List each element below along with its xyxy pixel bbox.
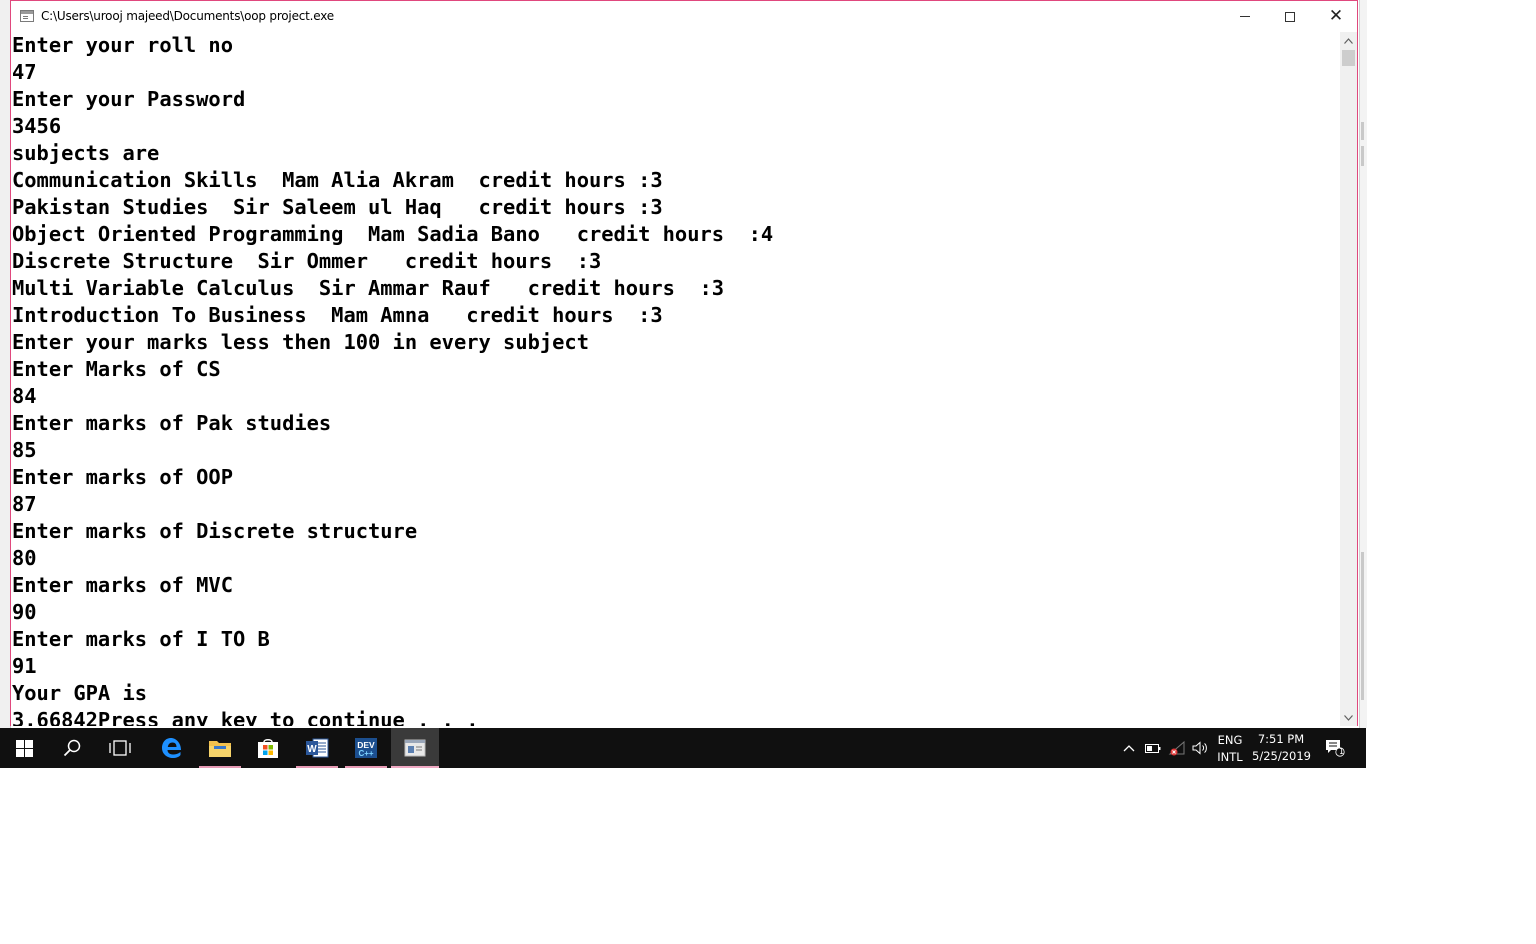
background-scroll-mark <box>1361 122 1364 140</box>
volume-icon <box>1192 741 1207 755</box>
action-center-button[interactable]: 1 <box>1320 728 1350 768</box>
svg-text:W: W <box>307 744 317 755</box>
maximize-icon <box>1285 11 1295 22</box>
background-window-edge-right <box>1359 0 1367 728</box>
console-line: 85 <box>12 438 37 462</box>
language-indicator-bottom[interactable]: INTL <box>1213 750 1247 764</box>
minimize-icon <box>1240 16 1250 17</box>
notification-count: 1 <box>1339 747 1345 756</box>
word-button[interactable]: W <box>293 728 341 768</box>
console-app-taskbar-button[interactable] <box>391 728 439 768</box>
windows-start-icon <box>15 739 33 757</box>
console-line: Object Oriented Programming Mam Sadia Ba… <box>12 222 774 246</box>
console-line: 47 <box>12 60 37 84</box>
task-view-icon <box>109 740 131 756</box>
search-button[interactable] <box>48 728 96 768</box>
word-icon: W <box>306 738 329 758</box>
console-line: Enter your Password <box>12 87 246 111</box>
console-line: Multi Variable Calculus Sir Ammar Rauf c… <box>12 276 725 300</box>
devcpp-icon: DEV C++ <box>355 738 377 758</box>
close-button[interactable]: ✕ <box>1313 1 1359 32</box>
edge-icon <box>162 738 181 758</box>
battery-button[interactable] <box>1143 728 1163 768</box>
devcpp-button[interactable]: DEV C++ <box>342 728 390 768</box>
console-line: Enter marks of Pak studies <box>12 411 332 435</box>
clock-time[interactable]: 7:51 PM <box>1252 732 1310 746</box>
console-app-icon <box>404 739 426 757</box>
console-line: Enter your roll no <box>12 33 233 57</box>
network-no-connection-icon <box>1168 740 1185 756</box>
scroll-thumb[interactable] <box>1342 50 1355 66</box>
console-line: subjects are <box>12 141 160 165</box>
task-view-button[interactable] <box>96 728 144 768</box>
clock-date[interactable]: 5/25/2019 <box>1252 749 1311 763</box>
console-line: Communication Skills Mam Alia Akram cred… <box>12 168 663 192</box>
console-line: Introduction To Business Mam Amna credit… <box>12 303 663 327</box>
close-icon: ✕ <box>1328 6 1344 26</box>
background-scroll-mark <box>1361 146 1364 166</box>
console-line: 3.66842Press any key to continue . . . <box>12 708 479 726</box>
console-app-icon[interactable] <box>20 10 34 22</box>
minimize-button[interactable] <box>1222 1 1268 32</box>
title-bar[interactable]: C:\Users\urooj majeed\Documents\oop proj… <box>11 1 1357 32</box>
console-line: Enter marks of I TO B <box>12 627 270 651</box>
console-line: 80 <box>12 546 37 570</box>
console-line: 91 <box>12 654 37 678</box>
console-line: Your GPA is <box>12 681 148 705</box>
show-hidden-icons-button[interactable] <box>1119 728 1139 768</box>
console-line: Pakistan Studies Sir Saleem ul Haq credi… <box>12 195 663 219</box>
volume-button[interactable] <box>1190 728 1210 768</box>
start-button[interactable] <box>0 728 48 768</box>
window-title: C:\Users\urooj majeed\Documents\oop proj… <box>41 9 334 23</box>
maximize-button[interactable] <box>1267 1 1313 32</box>
console-window[interactable]: C:\Users\urooj majeed\Documents\oop proj… <box>10 0 1358 726</box>
console-line: Discrete Structure Sir Ommer credit hour… <box>12 249 602 273</box>
console-line: 87 <box>12 492 37 516</box>
search-icon <box>63 739 81 757</box>
background-scroll-mark <box>1361 552 1364 700</box>
file-explorer-button[interactable] <box>196 728 244 768</box>
console-line: Enter your marks less then 100 in every … <box>12 330 589 354</box>
vertical-scrollbar[interactable] <box>1340 32 1357 726</box>
console-output[interactable]: Enter your roll no 47 Enter your Password 3… <box>11 32 1342 726</box>
battery-icon <box>1145 743 1161 753</box>
console-line: Enter Marks of CS <box>12 357 221 381</box>
console-line: Enter marks of MVC <box>12 573 233 597</box>
console-line: 90 <box>12 600 37 624</box>
console-line: 3456 <box>12 114 62 138</box>
store-button[interactable] <box>244 728 292 768</box>
edge-button[interactable] <box>148 728 196 768</box>
taskbar: W DEV C++ ENG INTL 7:51 PM 5/25/2019 1 <box>0 728 1366 768</box>
svg-text:C++: C++ <box>358 749 373 758</box>
store-icon <box>258 739 278 758</box>
scroll-up-arrow-icon[interactable] <box>1340 32 1357 49</box>
console-line: Enter marks of OOP <box>12 465 233 489</box>
language-indicator-top[interactable]: ENG <box>1213 733 1247 747</box>
console-line: 84 <box>12 384 37 408</box>
file-explorer-icon <box>209 741 231 757</box>
console-line: Enter marks of Discrete structure <box>12 519 418 543</box>
network-button[interactable] <box>1166 728 1188 768</box>
scroll-down-arrow-icon[interactable] <box>1340 709 1357 726</box>
chevron-up-icon <box>1123 744 1135 751</box>
